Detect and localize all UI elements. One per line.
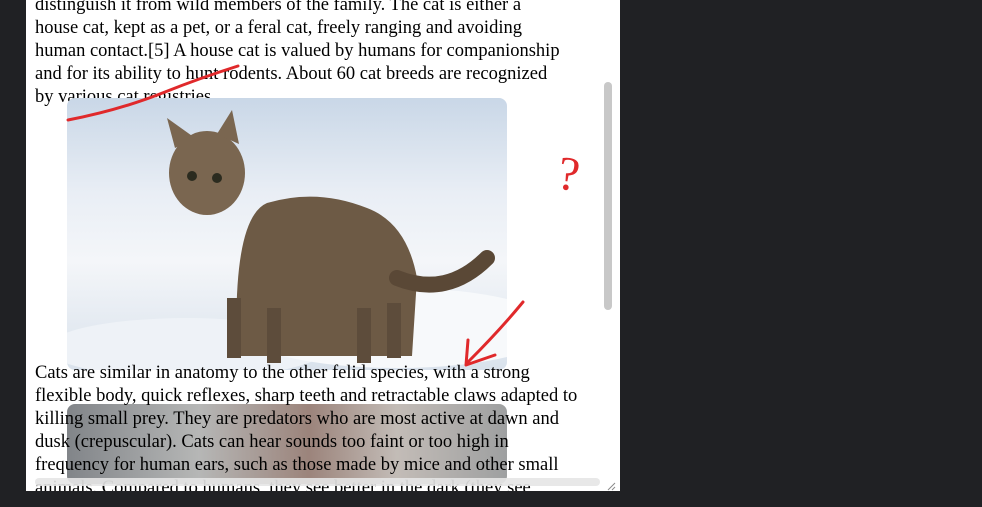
cat-photo	[67, 98, 507, 370]
text-line: and for its ability to hunt rodents. Abo…	[35, 64, 548, 84]
text-line: Cats are similar in anatomy to the other…	[35, 363, 530, 383]
paragraph-intro: distinguish it from wild members of the …	[35, 0, 610, 109]
frame-border	[26, 491, 620, 493]
cat-illustration	[67, 110, 507, 370]
text-line: flexible body, quick reflexes, sharp tee…	[35, 386, 578, 406]
resize-grip-icon[interactable]	[604, 478, 616, 491]
text-line: human contact.[5] A house cat is valued …	[35, 41, 560, 61]
vertical-scrollbar-thumb[interactable]	[604, 82, 612, 310]
document-viewport[interactable]: distinguish it from wild members of the …	[26, 0, 620, 491]
text-line: distinguish it from wild members of the …	[35, 0, 522, 15]
paragraph-anatomy: Cats are similar in anatomy to the other…	[35, 362, 620, 491]
text-line: frequency for human ears, such as those …	[35, 455, 559, 475]
text-line: dusk (crepuscular). Cats can hear sounds…	[35, 432, 509, 452]
horizontal-scrollbar[interactable]	[35, 478, 600, 486]
text-line: house cat, kept as a pet, or a feral cat…	[35, 18, 522, 38]
text-line: killing small prey. They are predators w…	[35, 409, 559, 429]
